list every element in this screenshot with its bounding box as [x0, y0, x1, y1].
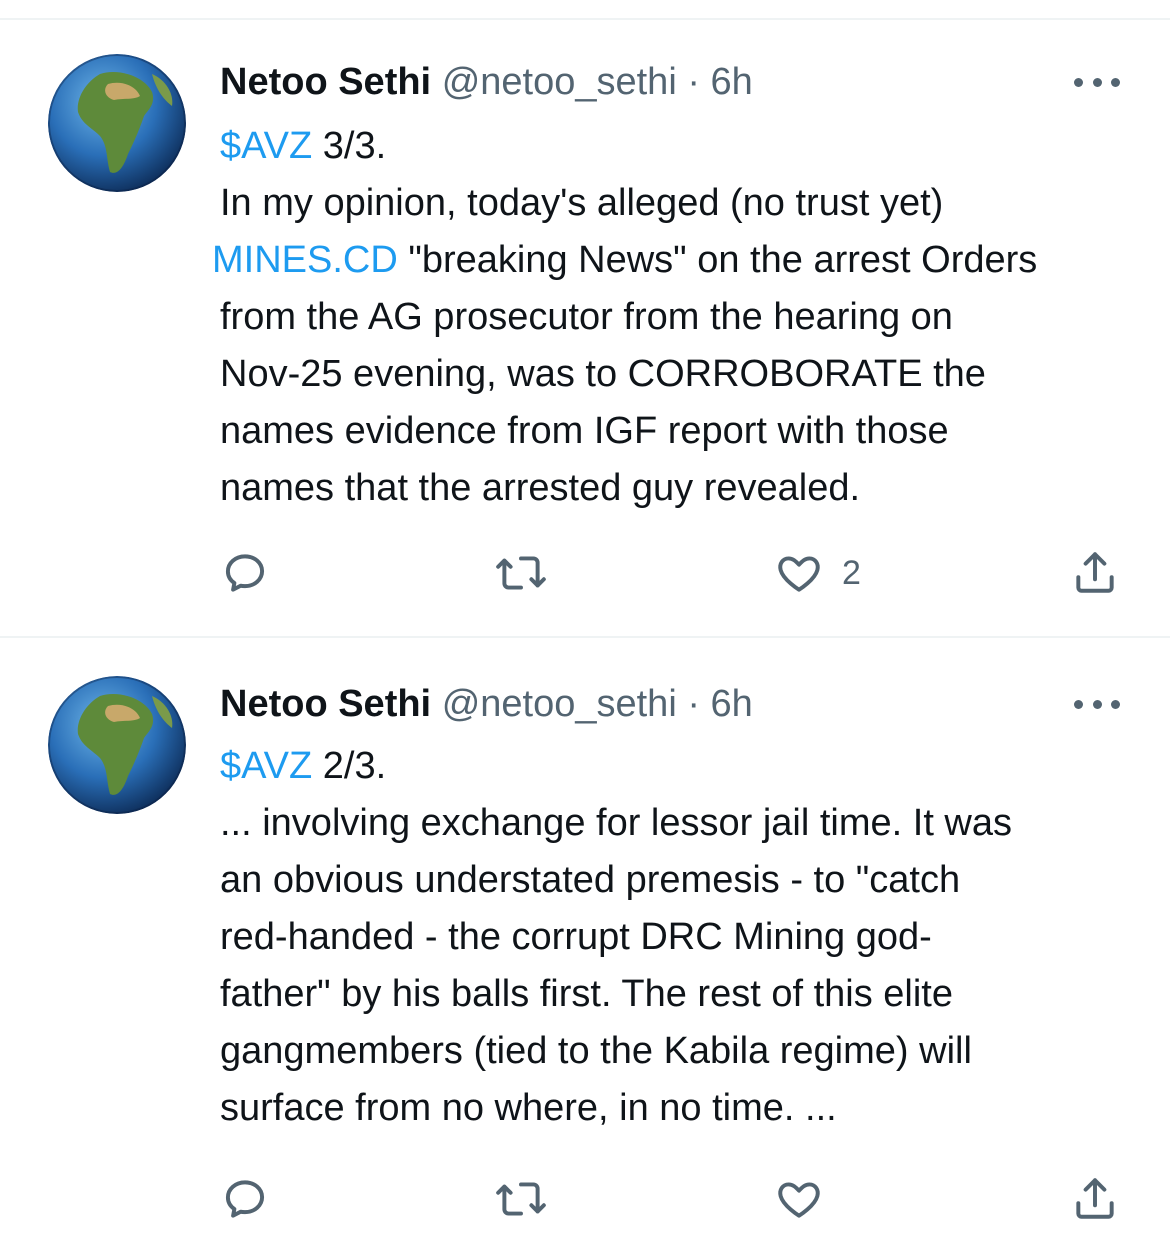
tweet-actions — [0, 1174, 1170, 1234]
tweet-header: Netoo Sethi @netoo_sethi · 6h — [220, 682, 753, 726]
timestamp[interactable]: 6h — [711, 683, 753, 725]
tweet-line: names evidence from IGF report with thos… — [220, 410, 949, 452]
like-button[interactable]: 2 — [774, 548, 861, 598]
tweet-line-text: 2/3. — [312, 745, 387, 787]
avatar[interactable] — [48, 676, 186, 814]
share-button[interactable] — [1070, 1174, 1120, 1224]
share-icon — [1076, 1178, 1114, 1219]
separator-dot: · — [687, 683, 700, 725]
tweet-header: Netoo Sethi @netoo_sethi · 6h — [220, 60, 753, 104]
earth-globe-icon — [48, 676, 186, 814]
earth-globe-icon — [48, 54, 186, 192]
mines-cd-link[interactable]: MINES.CD — [212, 239, 398, 281]
reply-button[interactable] — [220, 548, 270, 598]
retweet-button[interactable] — [494, 1174, 548, 1224]
author-handle[interactable]: @netoo_sethi — [442, 61, 677, 103]
tweet-text: $AVZ 3/3. In my opinion, today's alleged… — [212, 118, 1150, 517]
tweet-line: surface from no where, in no time. ... — [220, 1087, 837, 1129]
tweet-line-text: 3/3. — [312, 125, 387, 167]
tweet-line: father" by his balls first. The rest of … — [220, 973, 953, 1015]
tweet-line: red-handed - the corrupt DRC Mining god- — [220, 916, 932, 958]
author-name[interactable]: Netoo Sethi — [220, 61, 431, 103]
timestamp[interactable]: 6h — [711, 61, 753, 103]
author-handle[interactable]: @netoo_sethi — [442, 683, 677, 725]
tweet-line: ... involving exchange for lessor jail t… — [220, 802, 1013, 844]
tweet-line: Nov-25 evening, was to CORROBORATE the — [220, 353, 986, 395]
reply-icon — [225, 1180, 265, 1218]
share-button[interactable] — [1070, 548, 1120, 598]
cashtag-link[interactable]: $AVZ — [220, 125, 312, 167]
retweet-button[interactable] — [494, 548, 548, 598]
more-icon[interactable] — [1074, 694, 1120, 714]
tweet-line: names that the arrested guy revealed. — [220, 467, 861, 509]
like-button[interactable] — [774, 1174, 824, 1224]
separator-dot: · — [687, 61, 700, 103]
retweet-icon — [496, 1182, 546, 1216]
tweet-line: MINES.CD "breaking News" on the arrest O… — [212, 232, 1150, 289]
tweet-line: an obvious understated premesis - to "ca… — [220, 859, 961, 901]
tweet[interactable]: Netoo Sethi @netoo_sethi · 6h $AVZ 2/3. … — [0, 638, 1170, 1219]
tweet-line: gangmembers (tied to the Kabila regime) … — [220, 1030, 972, 1072]
tweet-line: In my opinion, today's alleged (no trust… — [220, 182, 944, 224]
like-icon — [778, 556, 820, 592]
retweet-icon — [496, 556, 546, 590]
more-icon[interactable] — [1074, 72, 1120, 92]
tweet-line: $AVZ 2/3. — [220, 738, 1150, 795]
reply-icon — [225, 554, 265, 592]
avatar[interactable] — [48, 54, 186, 192]
tweet-text: $AVZ 2/3. ... involving exchange for les… — [220, 738, 1150, 1137]
like-count: 2 — [842, 553, 861, 592]
tweet-line: $AVZ 3/3. — [220, 118, 1150, 175]
tweet[interactable]: Netoo Sethi @netoo_sethi · 6h $AVZ 3/3. … — [0, 0, 1170, 636]
reply-button[interactable] — [220, 1174, 270, 1224]
tweet-line: from the AG prosecutor from the hearing … — [220, 296, 953, 338]
cashtag-link[interactable]: $AVZ — [220, 745, 312, 787]
author-name[interactable]: Netoo Sethi — [220, 683, 431, 725]
tweet-line-text: "breaking News" on the arrest Orders — [397, 239, 1038, 281]
share-icon — [1076, 552, 1114, 593]
tweet-actions: 2 — [0, 548, 1170, 608]
like-icon — [778, 1182, 820, 1218]
